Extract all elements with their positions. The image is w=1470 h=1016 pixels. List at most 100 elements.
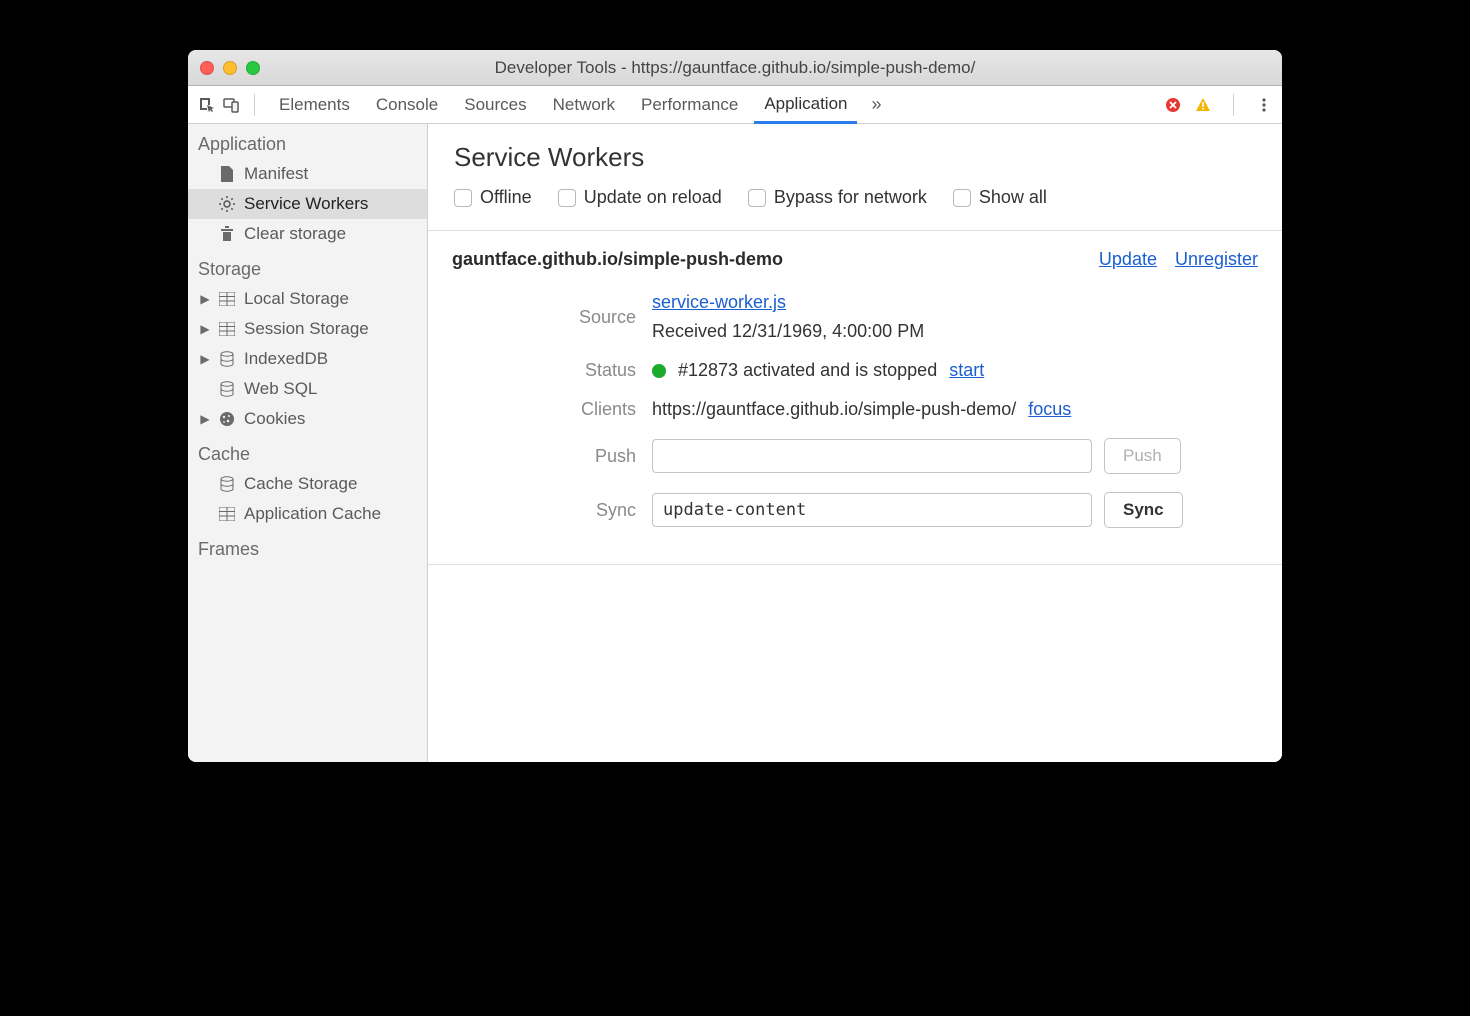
check-label: Bypass for network	[774, 187, 927, 208]
more-icon[interactable]	[1256, 97, 1272, 113]
check-offline[interactable]: Offline	[454, 187, 532, 208]
push-input[interactable]	[652, 439, 1092, 473]
client-url-text: https://gauntface.github.io/simple-push-…	[652, 399, 1016, 420]
sidebar-item-label: Service Workers	[244, 194, 368, 214]
sidebar-item-cookies[interactable]: ▶ Cookies	[188, 404, 427, 434]
sidebar-item-session-storage[interactable]: ▶ Session Storage	[188, 314, 427, 344]
sidebar-group-frames: Frames	[188, 529, 427, 564]
cookie-icon	[218, 410, 236, 428]
sidebar-item-websql[interactable]: ▶ Web SQL	[188, 374, 427, 404]
grid-icon	[218, 505, 236, 523]
label-status: Status	[452, 360, 652, 381]
sidebar-item-label: Web SQL	[244, 379, 317, 399]
tab-console[interactable]: Console	[366, 88, 448, 122]
row-clients: Clients https://gauntface.github.io/simp…	[452, 399, 1258, 420]
sidebar-item-label: Application Cache	[244, 504, 381, 524]
panel-title: Service Workers	[454, 142, 1256, 173]
row-source: Source service-worker.js Received 12/31/…	[452, 292, 1258, 342]
toolbar-right	[1165, 94, 1272, 116]
tab-sources[interactable]: Sources	[454, 88, 536, 122]
check-show-all[interactable]: Show all	[953, 187, 1047, 208]
database-icon	[218, 475, 236, 493]
tab-network[interactable]: Network	[543, 88, 625, 122]
traffic-lights	[200, 61, 260, 75]
label-clients: Clients	[452, 399, 652, 420]
sw-head-links: Update Unregister	[1099, 249, 1258, 270]
status-start-link[interactable]: start	[949, 360, 984, 381]
push-button[interactable]: Push	[1104, 438, 1181, 474]
sidebar-item-label: Cache Storage	[244, 474, 357, 494]
trash-icon	[218, 225, 236, 243]
device-toggle-icon[interactable]	[222, 96, 240, 114]
expand-icon: ▶	[200, 412, 210, 426]
file-icon	[218, 165, 236, 183]
sidebar-item-cache-storage[interactable]: ▶ Cache Storage	[188, 469, 427, 499]
tabs-overflow-button[interactable]: »	[863, 94, 889, 115]
check-label: Update on reload	[584, 187, 722, 208]
devtools-toolbar: Elements Console Sources Network Perform…	[188, 86, 1282, 124]
tab-performance[interactable]: Performance	[631, 88, 748, 122]
sidebar-item-label: IndexedDB	[244, 349, 328, 369]
sidebar-item-label: Manifest	[244, 164, 308, 184]
label-source: Source	[452, 307, 652, 328]
body: Application ▶ Manifest ▶ Service Workers…	[188, 124, 1282, 762]
sidebar-item-service-workers[interactable]: ▶ Service Workers	[188, 189, 427, 219]
expand-icon: ▶	[200, 322, 210, 336]
sidebar-item-indexeddb[interactable]: ▶ IndexedDB	[188, 344, 427, 374]
unregister-link[interactable]: Unregister	[1175, 249, 1258, 270]
check-label: Offline	[480, 187, 532, 208]
tab-elements[interactable]: Elements	[269, 88, 360, 122]
sidebar-item-label: Local Storage	[244, 289, 349, 309]
sync-button[interactable]: Sync	[1104, 492, 1183, 528]
sync-input[interactable]	[652, 493, 1092, 527]
source-file-link[interactable]: service-worker.js	[652, 292, 786, 312]
row-push: Push Push	[452, 438, 1258, 474]
panel-checks: Offline Update on reload Bypass for netw…	[454, 187, 1256, 222]
devtools-window: Developer Tools - https://gauntface.gith…	[188, 50, 1282, 762]
separator	[1233, 94, 1234, 116]
warning-icon[interactable]	[1195, 97, 1211, 113]
check-bypass-for-network[interactable]: Bypass for network	[748, 187, 927, 208]
client-focus-link[interactable]: focus	[1028, 399, 1071, 420]
sidebar: Application ▶ Manifest ▶ Service Workers…	[188, 124, 428, 762]
expand-icon: ▶	[200, 292, 210, 306]
sidebar-item-manifest[interactable]: ▶ Manifest	[188, 159, 427, 189]
service-worker-head: gauntface.github.io/simple-push-demo Upd…	[452, 249, 1258, 270]
label-push: Push	[452, 446, 652, 467]
panel-header: Service Workers Offline Update on reload…	[428, 124, 1282, 230]
sidebar-item-label: Session Storage	[244, 319, 369, 339]
sidebar-item-label: Clear storage	[244, 224, 346, 244]
sidebar-group-storage: Storage	[188, 249, 427, 284]
row-sync: Sync Sync	[452, 492, 1258, 528]
divider	[428, 564, 1282, 565]
origin-text: gauntface.github.io/simple-push-demo	[452, 249, 783, 270]
tab-application[interactable]: Application	[754, 87, 857, 124]
close-window-button[interactable]	[200, 61, 214, 75]
minimize-window-button[interactable]	[223, 61, 237, 75]
check-label: Show all	[979, 187, 1047, 208]
zoom-window-button[interactable]	[246, 61, 260, 75]
label-sync: Sync	[452, 500, 652, 521]
sidebar-item-clear-storage[interactable]: ▶ Clear storage	[188, 219, 427, 249]
sidebar-item-application-cache[interactable]: ▶ Application Cache	[188, 499, 427, 529]
source-received-text: Received 12/31/1969, 4:00:00 PM	[652, 321, 924, 342]
database-icon	[218, 380, 236, 398]
sidebar-item-label: Cookies	[244, 409, 305, 429]
status-dot-icon	[652, 364, 666, 378]
row-status: Status #12873 activated and is stopped s…	[452, 360, 1258, 381]
database-icon	[218, 350, 236, 368]
check-update-on-reload[interactable]: Update on reload	[558, 187, 722, 208]
expand-icon: ▶	[200, 352, 210, 366]
sidebar-item-local-storage[interactable]: ▶ Local Storage	[188, 284, 427, 314]
titlebar: Developer Tools - https://gauntface.gith…	[188, 50, 1282, 86]
sidebar-group-application: Application	[188, 124, 427, 159]
service-worker-block: gauntface.github.io/simple-push-demo Upd…	[428, 231, 1282, 564]
error-icon[interactable]	[1165, 97, 1181, 113]
status-text: #12873 activated and is stopped	[678, 360, 937, 381]
gear-icon	[218, 195, 236, 213]
inspect-icon[interactable]	[198, 96, 216, 114]
separator	[254, 94, 255, 116]
grid-icon	[218, 320, 236, 338]
update-link[interactable]: Update	[1099, 249, 1157, 270]
window-title: Developer Tools - https://gauntface.gith…	[188, 58, 1282, 78]
